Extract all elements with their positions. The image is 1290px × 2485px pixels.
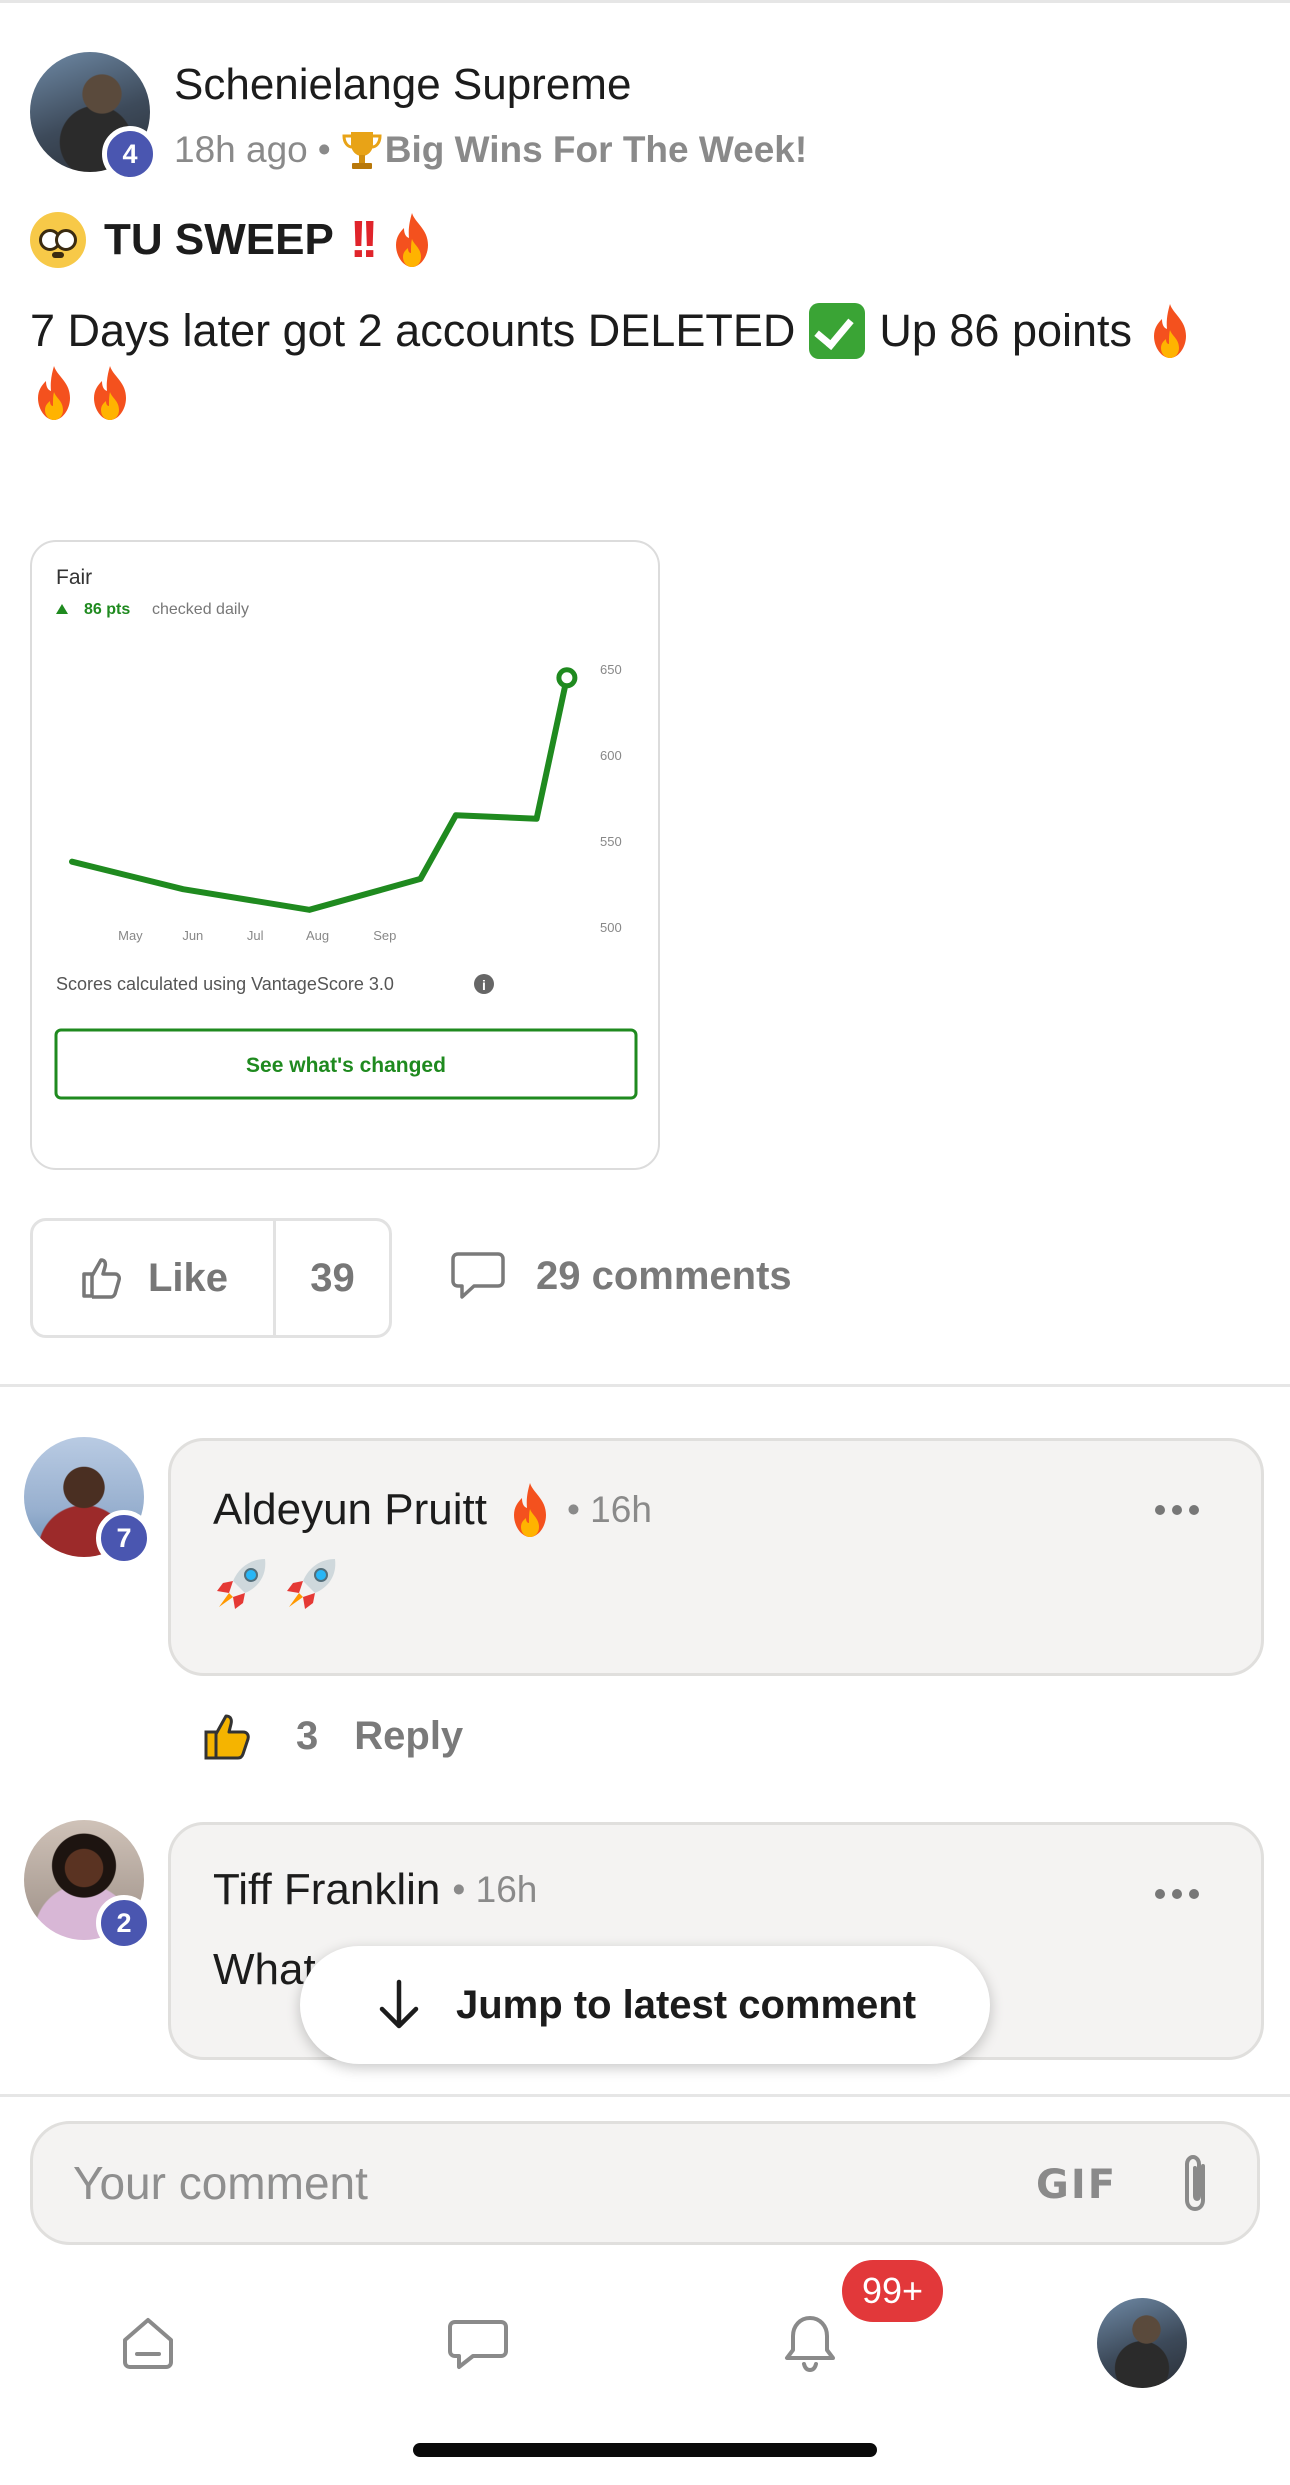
top-divider (0, 0, 1290, 3)
post-title-text: TU SWEEP (104, 215, 334, 264)
comment-bubble-icon (451, 1252, 505, 1299)
author-level-badge: 4 (102, 126, 158, 182)
jump-label: Jump to latest comment (455, 1982, 917, 2027)
bottom-tab-bar (0, 2283, 1290, 2403)
commenter-level-badge: 7 (96, 1510, 152, 1566)
comment-composer: GIF (30, 2121, 1260, 2245)
post-title: TU SWEEP !! (30, 210, 436, 270)
liked-thumbs-up-icon[interactable] (200, 1708, 256, 1764)
post-meta: 18h ago • Big Wins For The Week! (174, 128, 807, 172)
x-tick-label: Aug (306, 928, 329, 943)
fire-icon (86, 364, 134, 422)
fire-icon (388, 211, 436, 269)
up-arrow-icon (56, 604, 68, 614)
tab-home[interactable] (88, 2283, 208, 2403)
info-icon-glyph: i (482, 977, 486, 993)
score-status: Fair (56, 566, 92, 589)
rocket-icon (287, 1559, 336, 1609)
double-exclamation-icon: !! (349, 211, 379, 269)
comment-header: Tiff Franklin • 16h (213, 1865, 537, 1915)
reply-button[interactable]: Reply (354, 1714, 463, 1759)
comments-count-label: 29 comments (536, 1253, 792, 1298)
bell-icon (785, 2316, 835, 2373)
like-button[interactable]: Like (33, 1221, 276, 1335)
comment-text: What (213, 1945, 316, 1994)
post-image[interactable]: Fair 86 pts checked daily 650 600 550 500 Ma… (30, 540, 660, 1170)
more-options-icon[interactable] (1155, 1505, 1199, 1515)
bottom-panel: GIF (0, 2094, 1290, 2485)
y-tick-label: 650 (600, 662, 622, 677)
section-divider (0, 1384, 1290, 1387)
paperclip-icon[interactable] (1173, 2152, 1219, 2220)
comment-bubble: Aldeyun Pruitt • 16h (168, 1438, 1264, 1676)
author-name[interactable]: Schenielange Supreme (174, 60, 631, 110)
rocket-icon (217, 1559, 266, 1609)
y-tick-label: 500 (600, 920, 622, 935)
comment-like-count: 3 (296, 1713, 319, 1758)
home-indicator[interactable] (413, 2443, 877, 2457)
post-body-line: 7 Days later got 2 accounts DELETED Up 8… (30, 300, 1270, 362)
score-change: 86 pts (84, 601, 130, 618)
score-frequency: checked daily (152, 601, 249, 618)
comments-button[interactable]: 29 comments (450, 1250, 792, 1302)
score-line-series (69, 674, 570, 913)
like-group: Like 39 (30, 1218, 392, 1338)
jump-to-latest-button[interactable]: Jump to latest comment (300, 1946, 990, 2064)
more-options-icon[interactable] (1155, 1889, 1199, 1899)
profile-avatar (1097, 2298, 1187, 2388)
comment-input[interactable] (73, 2148, 973, 2218)
tab-messages[interactable] (418, 2283, 538, 2403)
meta-separator: • (317, 129, 331, 170)
notification-badge: 99+ (838, 2256, 948, 2326)
comment-text (213, 1553, 343, 1613)
fire-icon (505, 1481, 555, 1539)
fire-icon (1146, 302, 1194, 360)
score-footnote: Scores calculated using VantageScore 3.0 (56, 974, 394, 994)
trophy-icon (341, 128, 383, 172)
thumbs-up-icon (82, 1258, 121, 1299)
post-body: 7 Days later got 2 accounts DELETED Up 8… (30, 300, 1270, 424)
flushed-face-icon (30, 212, 86, 268)
post-category[interactable]: Big Wins For The Week! (385, 129, 807, 171)
arrow-down-icon (379, 1979, 419, 2029)
x-tick-label: Sep (373, 928, 396, 943)
post-body-text: 7 Days later got 2 accounts DELETED (30, 305, 796, 356)
commenter-name[interactable]: Aldeyun Pruitt (213, 1485, 487, 1535)
post-body-line (30, 362, 1270, 424)
x-tick-label: Jun (182, 928, 203, 943)
credit-score-chart: Fair 86 pts checked daily 650 600 550 500 Ma… (54, 566, 638, 1100)
x-tick-label: May (118, 928, 143, 943)
tab-profile[interactable] (1082, 2283, 1202, 2403)
y-tick-label: 550 (600, 834, 622, 849)
commenter-name[interactable]: Tiff Franklin (213, 1865, 440, 1915)
comment-header: Aldeyun Pruitt • 16h (213, 1481, 652, 1539)
score-end-point (556, 667, 578, 689)
x-tick-label: Jul (247, 928, 264, 943)
post-time: 18h ago (174, 129, 308, 170)
check-mark-icon (809, 303, 866, 359)
comment-actions: 3 Reply (200, 1708, 463, 1764)
post-header: 4 Schenielange Supreme 18h ago • Big Win… (30, 48, 1260, 182)
gif-button[interactable]: GIF (1036, 2162, 1117, 2208)
like-count[interactable]: 39 (276, 1221, 389, 1335)
chat-bubble-icon (448, 2320, 508, 2369)
comment-time: • 16h (566, 1489, 652, 1530)
y-tick-label: 600 (600, 748, 622, 763)
post-body-tail: Up 86 points (879, 305, 1133, 356)
comment-time: • 16h (452, 1869, 538, 1910)
like-label: Like (147, 1255, 229, 1300)
commenter-level-badge: 2 (96, 1895, 152, 1951)
home-icon (123, 2318, 173, 2369)
fire-icon (30, 364, 78, 422)
see-changes-label: See what's changed (246, 1054, 446, 1077)
